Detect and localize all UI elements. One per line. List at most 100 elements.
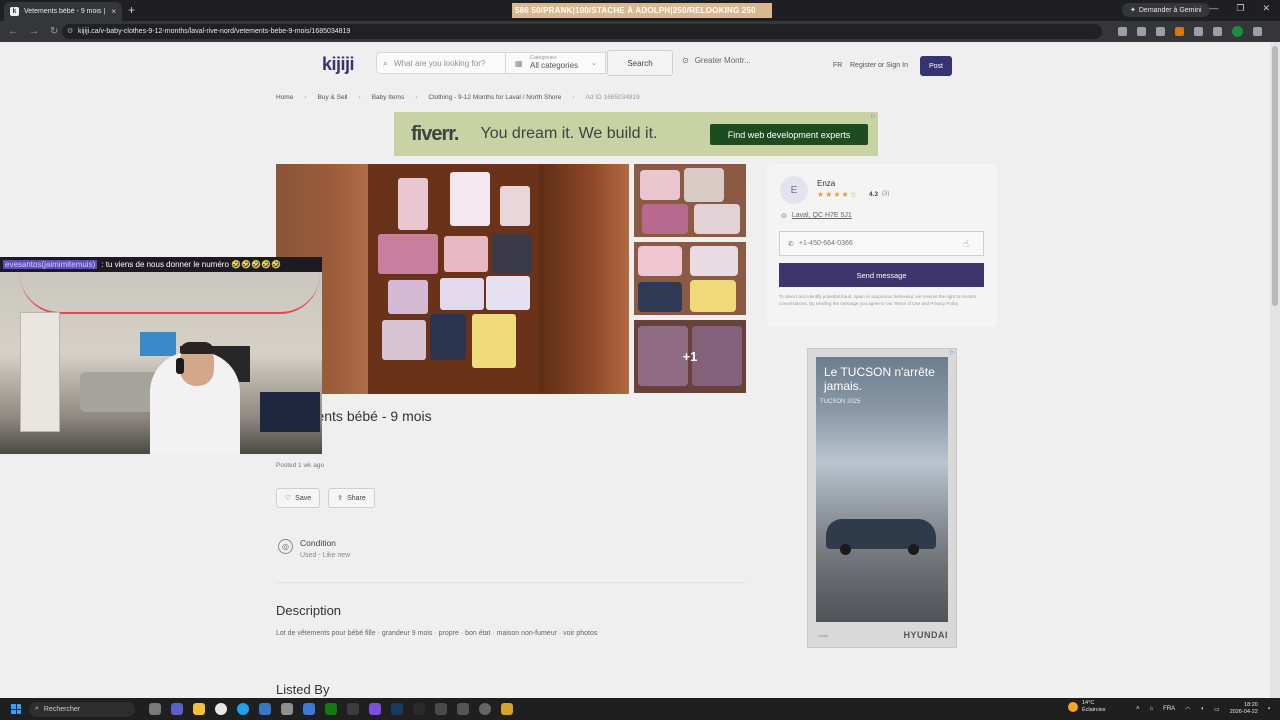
photo-thumbnail-2[interactable]	[634, 242, 746, 315]
task-view-icon[interactable]	[149, 703, 161, 715]
room-screen	[140, 332, 176, 356]
minimize-icon[interactable]: —	[1209, 3, 1218, 14]
streamer-hair	[180, 342, 214, 354]
chrome-icon[interactable]	[215, 703, 227, 715]
save-button[interactable]: ♡ Save	[276, 488, 320, 508]
section-divider	[276, 582, 746, 583]
weather-temp: 14°C	[1082, 700, 1095, 706]
tray-chevron-icon[interactable]: ˄	[1136, 706, 1140, 712]
language-indicator[interactable]: FRA	[1163, 706, 1175, 712]
battery-icon[interactable]: ▭	[1214, 706, 1220, 713]
url-field[interactable]: ⚙ kijiji.ca/v-baby-clothes-9-12-months/l…	[62, 24, 1102, 39]
bookmark-star-icon[interactable]	[1156, 27, 1165, 36]
desk-lights	[260, 392, 320, 432]
obs-icon[interactable]	[479, 703, 491, 715]
clock-date: 2026-04-22	[1229, 709, 1258, 715]
location-selector[interactable]: ⊙ Greater Montr...	[682, 56, 751, 65]
scrollbar-thumb[interactable]	[1272, 46, 1278, 306]
new-tab-icon[interactable]: +	[128, 3, 135, 17]
restore-icon[interactable]: ❐	[1236, 3, 1244, 14]
register-signin-link[interactable]: Register or Sign In	[850, 62, 908, 69]
notification-icon[interactable]: ▪	[1268, 706, 1270, 712]
extension-icon[interactable]	[1175, 27, 1184, 36]
share-button[interactable]: ⇪ Share	[328, 488, 375, 508]
browser-tab[interactable]: k Vetements bébé - 9 mois | Clot ×	[4, 2, 122, 21]
teams-icon[interactable]	[171, 703, 183, 715]
breadcrumb-home[interactable]: Home	[276, 94, 293, 101]
seller-location[interactable]: ⊙ Laval, QC H7E 5J1	[781, 212, 852, 220]
app-icon[interactable]	[347, 703, 359, 715]
discord-icon[interactable]	[369, 703, 381, 715]
settings-icon[interactable]	[281, 703, 293, 715]
send-message-button[interactable]: Send message	[779, 263, 984, 287]
thumbnail-garment	[690, 246, 738, 276]
hyundai-ad[interactable]: Le TUCSON n'arrête jamais. TUCSON 2025 L…	[807, 348, 957, 648]
app-icon[interactable]	[501, 703, 513, 715]
phone-icon: ✆	[788, 240, 794, 248]
stream-ticker: 586 50/PRANK|100/STACHE À ADOLPH|250/REL…	[512, 3, 772, 18]
main-listing-photo[interactable]	[276, 164, 629, 394]
network-icon[interactable]: ⌂	[1150, 706, 1154, 712]
forward-icon[interactable]: →	[29, 26, 39, 37]
breadcrumb-separator: ›	[572, 94, 575, 101]
ad-choices-icon[interactable]: ▷	[950, 349, 955, 356]
clock[interactable]: 18:20 2026-04-22	[1230, 702, 1258, 715]
app-icon[interactable]	[413, 703, 425, 715]
app-icon[interactable]	[457, 703, 469, 715]
kijiji-logo[interactable]: kijiji	[322, 54, 355, 75]
cast-icon[interactable]	[1137, 27, 1146, 36]
weather-desc: Éclaircies	[1082, 706, 1106, 713]
seller-avatar[interactable]: E	[780, 176, 808, 204]
rating-count[interactable]: (3)	[882, 191, 889, 197]
sparkle-icon: ✦	[1130, 7, 1136, 14]
breadcrumb: Home › Buy & Sell › Baby Items › Clothin…	[276, 94, 640, 101]
phone-number-field[interactable]: ✆ +1-450-664-0366	[779, 231, 984, 256]
photo-thumbnail-1[interactable]	[634, 164, 746, 237]
edge-icon[interactable]	[237, 703, 249, 715]
window-close-icon[interactable]: ✕	[1262, 3, 1270, 14]
search-input[interactable]: ⌕ What are you looking for?	[376, 52, 506, 74]
app-icon[interactable]	[435, 703, 447, 715]
volume-icon[interactable]: ◖	[1200, 706, 1204, 712]
reload-icon[interactable]: ↻	[50, 26, 58, 37]
description-heading: Description	[276, 603, 342, 618]
menu-dots-icon[interactable]	[1253, 27, 1262, 36]
windows-start-icon[interactable]	[11, 704, 21, 714]
translate-icon[interactable]	[1118, 27, 1127, 36]
breadcrumb-clothing[interactable]: Clothing - 9-12 Months for Laval / North…	[428, 94, 561, 101]
post-ad-button[interactable]: Post	[920, 56, 952, 76]
category-select[interactable]: ▦ Categories All categories ⌄	[506, 52, 606, 74]
ad-choices-icon[interactable]: ▷	[871, 113, 876, 120]
store-icon[interactable]	[303, 703, 315, 715]
puzzle-icon[interactable]	[1194, 27, 1203, 36]
close-icon[interactable]: ×	[111, 7, 116, 16]
mail-icon[interactable]	[259, 703, 271, 715]
language-toggle[interactable]: FR	[833, 62, 842, 69]
system-tray: ˄ ⌂ FRA ◠ ◖ ▭ 18:20 2026-04-22 ▪	[1136, 698, 1270, 720]
fiverr-cta-button[interactable]: Find web development experts	[710, 124, 868, 145]
clothing-item	[378, 234, 438, 274]
breadcrumb-buy-sell[interactable]: Buy & Sell	[318, 94, 348, 101]
breadcrumb-baby-items[interactable]: Baby Items	[372, 94, 405, 101]
fiverr-ad-banner[interactable]: fiverr. You dream it. We build it. Find …	[394, 112, 878, 156]
photo-thumbnail-3[interactable]: +1	[634, 320, 746, 393]
sidebar-icon[interactable]	[1213, 27, 1222, 36]
wifi-icon[interactable]: ◠	[1185, 706, 1190, 713]
steam-icon[interactable]	[391, 703, 403, 715]
back-icon[interactable]: ←	[8, 26, 18, 37]
site-info-icon[interactable]: ⚙	[67, 27, 73, 35]
browser-tab-bar: k Vetements bébé - 9 mois | Clot × + 586…	[0, 0, 1280, 21]
page-scrollbar[interactable]	[1270, 42, 1280, 698]
search-button[interactable]: Search	[607, 50, 673, 76]
gemini-button[interactable]: ✦ Demander à Gemini	[1122, 3, 1210, 17]
share-icon: ⇪	[337, 495, 344, 502]
seller-name[interactable]: Enza	[817, 179, 835, 188]
profile-avatar-icon[interactable]	[1232, 26, 1243, 37]
weather-widget[interactable]: 14°C Éclaircies	[1068, 700, 1106, 713]
xbox-icon[interactable]	[325, 703, 337, 715]
more-photos-label[interactable]: +1	[634, 320, 746, 393]
search-icon: ⌕	[35, 705, 39, 712]
taskbar-search[interactable]: ⌕ Rechercher	[29, 701, 135, 717]
description-text: Lot de vêtements pour bébé fille · grand…	[276, 630, 598, 637]
file-explorer-icon[interactable]	[193, 703, 205, 715]
